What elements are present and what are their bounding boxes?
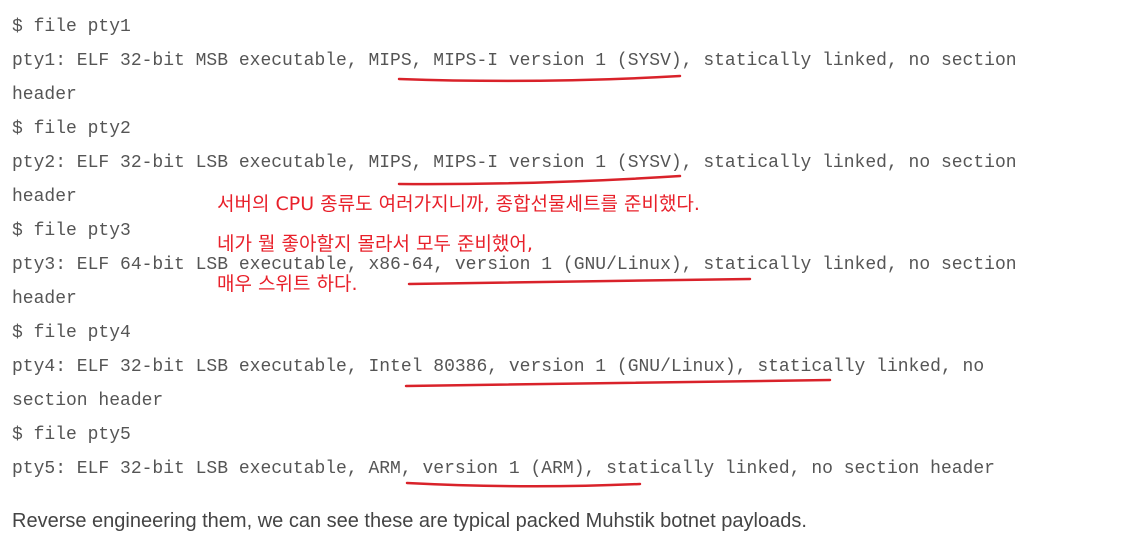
annotation-line-2: 네가 뭘 좋아할지 몰라서 모두 준비했어,	[217, 233, 533, 255]
code-line-result-pty4: pty4: ELF 32-bit LSB executable, Intel 8…	[12, 357, 985, 377]
code-line-cmd-pty3: $ file pty3	[12, 221, 131, 241]
code-line-result-pty4-cont: section header	[12, 391, 164, 411]
code-line-result-pty2: pty2: ELF 32-bit LSB executable, MIPS, M…	[12, 153, 1017, 173]
code-line-result-pty1-cont: header	[12, 85, 77, 105]
code-line-result-pty3-cont: header	[12, 289, 77, 309]
annotation-line-1: 서버의 CPU 종류도 여러가지니까, 종합선물세트를 준비했다.	[217, 193, 700, 215]
code-line-result-pty5: pty5: ELF 32-bit LSB executable, ARM, ve…	[12, 459, 995, 479]
code-line-cmd-pty2: $ file pty2	[12, 119, 131, 139]
code-line-cmd-pty1: $ file pty1	[12, 17, 131, 37]
annotation-line-3: 매우 스위트 하다.	[217, 273, 358, 295]
code-line-result-pty1: pty1: ELF 32-bit MSB executable, MIPS, M…	[12, 51, 1017, 71]
code-line-cmd-pty4: $ file pty4	[12, 323, 131, 343]
code-line-cmd-pty5: $ file pty5	[12, 425, 131, 445]
article-paragraph: Reverse engineering them, we can see the…	[12, 510, 807, 532]
terminal-output-block: $ file pty1 pty1: ELF 32-bit MSB executa…	[12, 10, 1142, 486]
code-line-result-pty3: pty3: ELF 64-bit LSB executable, x86-64,…	[12, 255, 1017, 275]
